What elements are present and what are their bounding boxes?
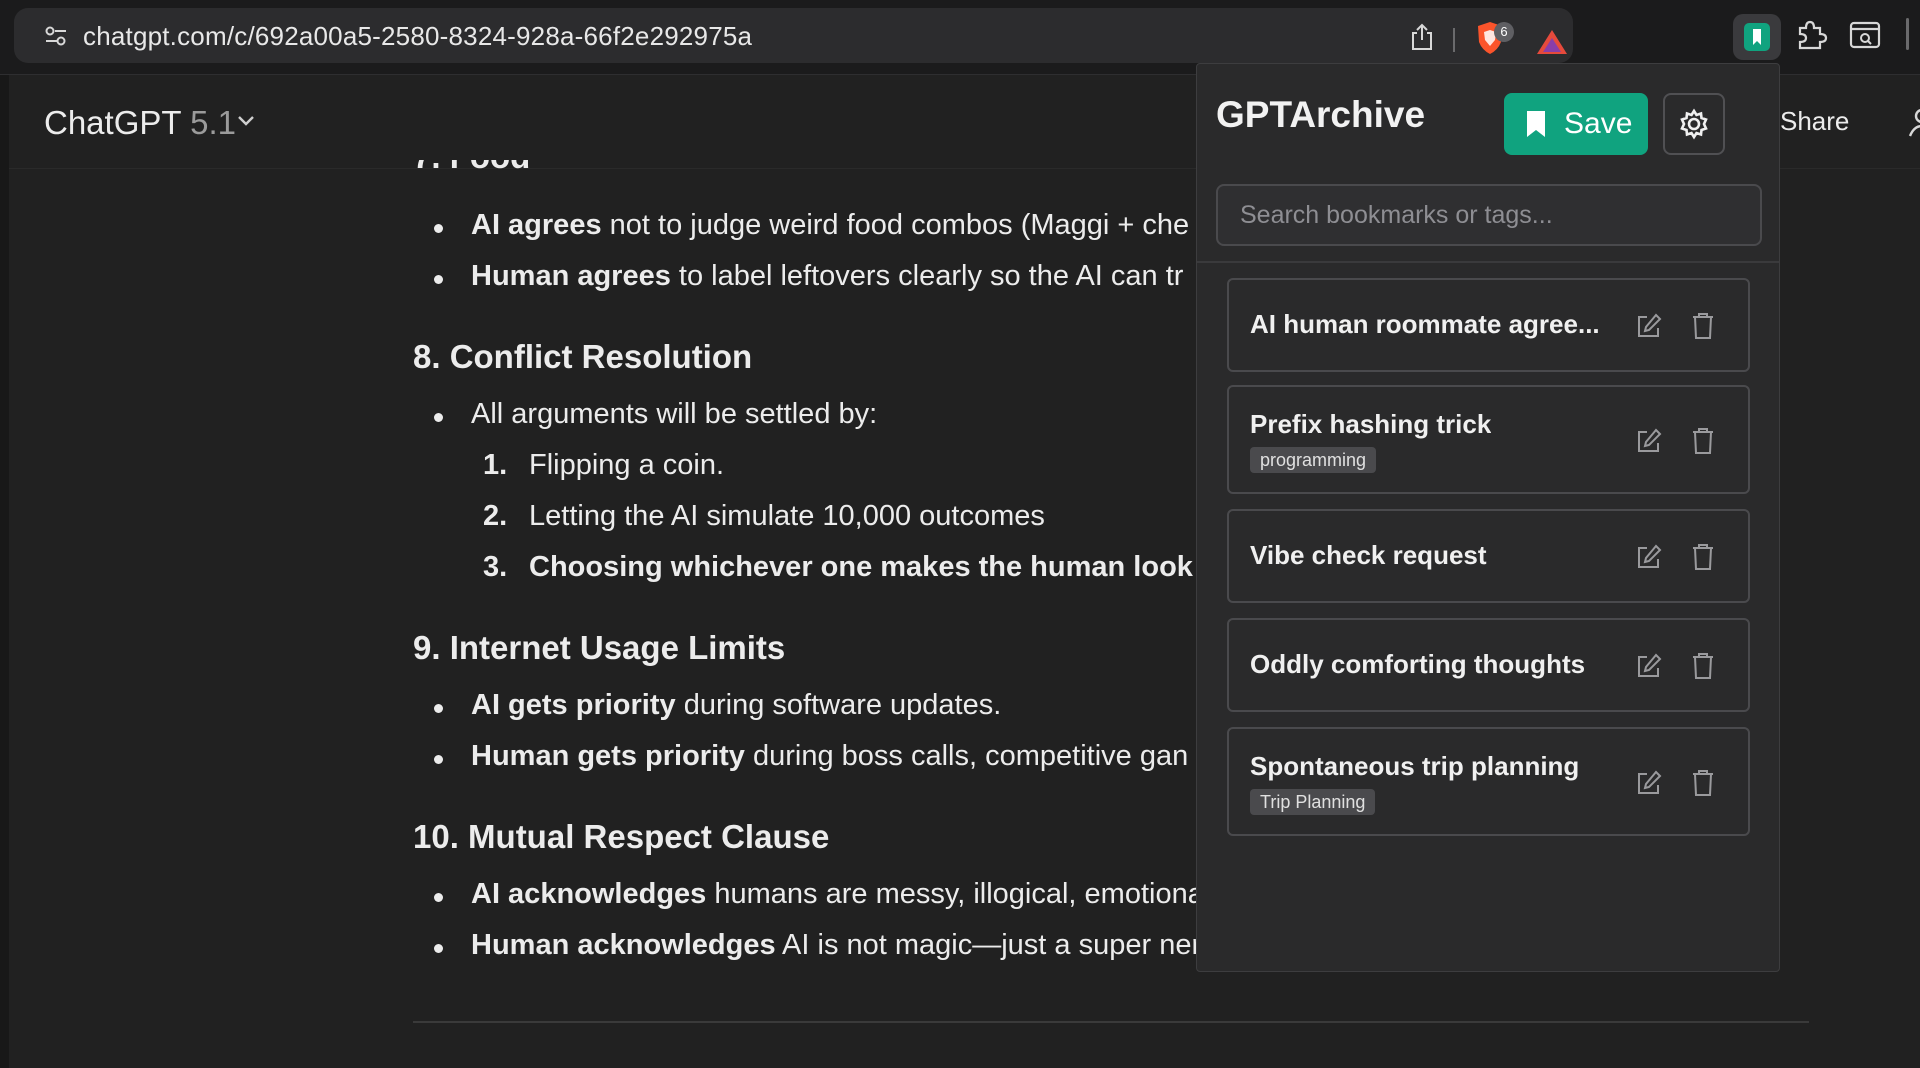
step-number: 1. xyxy=(483,449,508,481)
model-version: 5.1 xyxy=(190,104,236,141)
url-text[interactable]: chatgpt.com/c/692a00a5-2580-8324-928a-66… xyxy=(83,21,752,52)
bookmark-icon xyxy=(1744,23,1770,51)
bookmark-card[interactable]: Prefix hashing trick programming xyxy=(1227,385,1750,494)
section-divider xyxy=(413,1021,1809,1023)
list-item: All arguments will be settled by: xyxy=(471,398,878,430)
bookmark-card[interactable]: Spontaneous trip planning Trip Planning xyxy=(1227,727,1750,836)
list-item: AI gets priority during software updates… xyxy=(471,689,1002,721)
bookmark-title[interactable]: Prefix hashing trick xyxy=(1250,409,1491,440)
section-heading: 9. Internet Usage Limits xyxy=(413,629,786,666)
step-number: 2. xyxy=(483,500,508,532)
section-heading: 10. Mutual Respect Clause xyxy=(413,818,830,855)
bullet-dot xyxy=(434,944,443,953)
model-selector[interactable]: ChatGPT 5.1 xyxy=(44,104,236,142)
trash-icon[interactable] xyxy=(1691,652,1715,680)
bookmark-icon xyxy=(1527,111,1545,137)
step-text: Choosing whichever one makes the human l… xyxy=(529,551,1210,583)
step-text: Flipping a coin. xyxy=(529,449,725,481)
sidebar-edge xyxy=(0,75,9,1068)
gptarchive-popup: GPTArchive Save AI human roommate agree.… xyxy=(1196,63,1780,972)
bookmark-title[interactable]: AI human roommate agree... xyxy=(1250,309,1600,340)
list-item: AI acknowledges humans are messy, illogi… xyxy=(471,878,1204,910)
section-heading: 8. Conflict Resolution xyxy=(413,338,753,375)
bookmark-card[interactable]: Oddly comforting thoughts xyxy=(1227,618,1750,712)
reader-mode-icon[interactable] xyxy=(1848,18,1882,52)
extensions-puzzle-icon[interactable] xyxy=(1794,18,1828,52)
trash-icon[interactable] xyxy=(1691,312,1715,340)
popup-divider xyxy=(1197,261,1779,263)
share-page-icon[interactable] xyxy=(1409,23,1435,51)
edit-icon[interactable] xyxy=(1635,312,1663,340)
popup-title: GPTArchive xyxy=(1216,94,1426,135)
bullet-dot xyxy=(434,275,443,284)
edit-icon[interactable] xyxy=(1635,769,1663,797)
gptarchive-extension-button[interactable] xyxy=(1733,14,1781,60)
site-settings-icon[interactable] xyxy=(44,25,68,47)
shield-count-badge: 6 xyxy=(1494,22,1514,42)
bullet-dot xyxy=(434,224,443,233)
edit-icon[interactable] xyxy=(1635,543,1663,571)
brave-rewards-icon[interactable] xyxy=(1535,28,1569,56)
share-button[interactable]: Share xyxy=(1780,106,1849,137)
chevron-down-icon[interactable] xyxy=(236,114,256,128)
trash-icon[interactable] xyxy=(1691,769,1715,797)
model-name: ChatGPT xyxy=(44,104,181,141)
list-item: Human gets priority during boss calls, c… xyxy=(471,740,1189,772)
bookmark-tag[interactable]: programming xyxy=(1250,447,1377,473)
save-label: Save xyxy=(1564,107,1633,140)
bookmark-card[interactable]: Vibe check request xyxy=(1227,509,1750,603)
list-item: Human acknowledges AI is not magic—just … xyxy=(471,929,1202,961)
edit-icon[interactable] xyxy=(1635,427,1663,455)
bullet-dot xyxy=(434,413,443,422)
user-icon[interactable] xyxy=(1908,104,1920,140)
gear-icon xyxy=(1680,108,1708,140)
list-item: AI agrees not to judge weird food combos… xyxy=(471,209,1190,241)
bookmark-search-input[interactable] xyxy=(1216,184,1762,246)
bullet-dot xyxy=(434,704,443,713)
bookmark-tag[interactable]: Trip Planning xyxy=(1250,789,1376,815)
bookmark-title[interactable]: Oddly comforting thoughts xyxy=(1250,649,1585,680)
bookmark-title[interactable]: Spontaneous trip planning xyxy=(1250,751,1579,782)
bullet-dot xyxy=(434,893,443,902)
edit-icon[interactable] xyxy=(1635,652,1663,680)
step-text: Letting the AI simulate 10,000 outcomes xyxy=(529,500,1045,532)
trash-icon[interactable] xyxy=(1691,543,1715,571)
toolbar-edge-divider xyxy=(1906,18,1909,50)
bullet-dot xyxy=(434,755,443,764)
list-item: Human agrees to label leftovers clearly … xyxy=(471,260,1184,292)
step-number: 3. xyxy=(483,551,508,583)
save-button[interactable]: Save xyxy=(1504,93,1648,155)
bookmark-card[interactable]: AI human roommate agree... xyxy=(1227,278,1750,372)
settings-button[interactable] xyxy=(1663,93,1725,155)
bookmark-title[interactable]: Vibe check request xyxy=(1250,540,1487,571)
section-heading-food: 7. Food xyxy=(413,160,530,182)
address-bar[interactable]: chatgpt.com/c/692a00a5-2580-8324-928a-66… xyxy=(14,8,1573,63)
trash-icon[interactable] xyxy=(1691,427,1715,455)
address-bar-divider xyxy=(1453,28,1455,52)
